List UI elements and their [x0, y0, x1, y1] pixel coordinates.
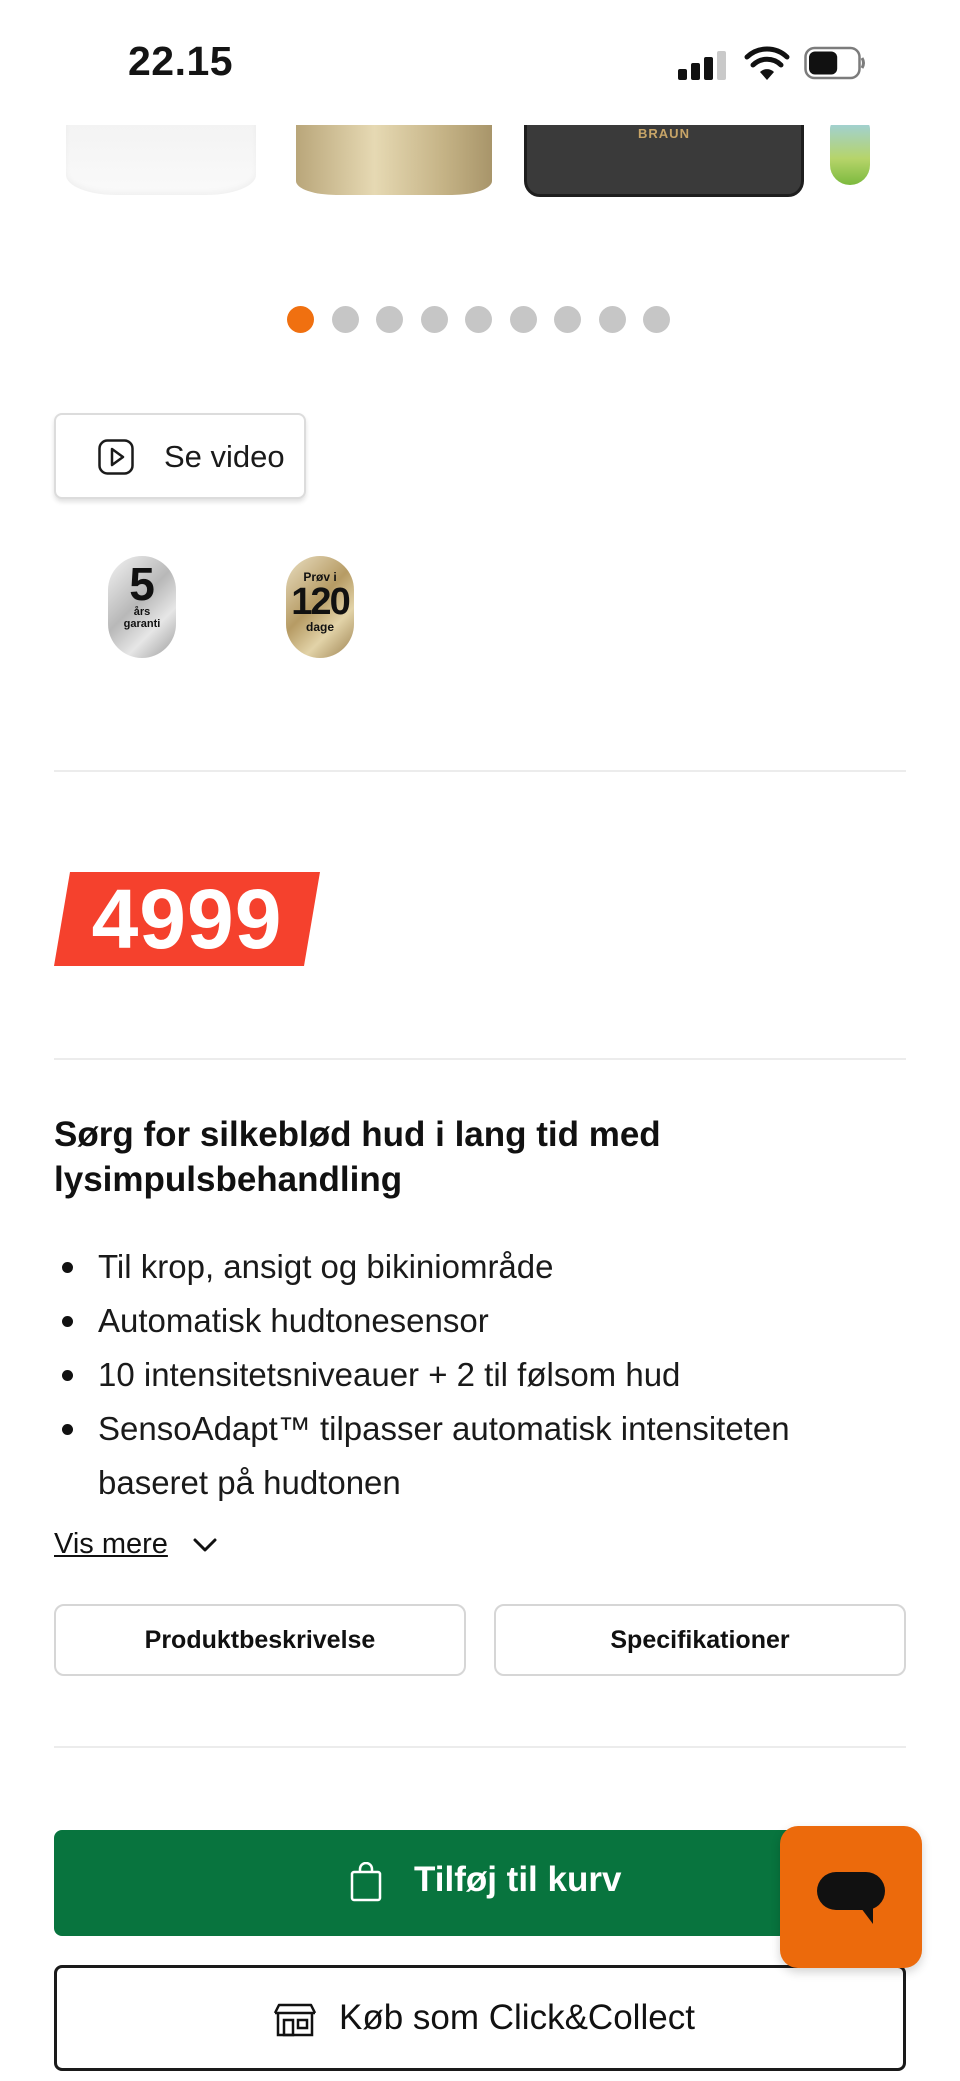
carousel-dot[interactable]: [643, 306, 670, 333]
shopping-bag-icon: [350, 1862, 382, 1902]
chat-button[interactable]: [780, 1826, 922, 1968]
carousel-image-gold-device[interactable]: [296, 125, 492, 195]
product-page: 22.15 BRAUN Se video 5 års garanti Prøv …: [0, 0, 960, 2081]
carousel-dot[interactable]: [331, 306, 359, 333]
carousel-dot[interactable]: [376, 306, 403, 333]
wifi-icon: [744, 46, 790, 80]
add-to-cart-button[interactable]: Tilføj til kurv: [54, 1830, 906, 1936]
click-collect-label: Køb som Click&Collect: [339, 1998, 695, 2037]
warranty-badge: 5 års garanti: [108, 556, 176, 658]
price-value: 4999: [91, 872, 283, 966]
carousel-dot[interactable]: [420, 306, 448, 333]
chevron-down-icon[interactable]: [192, 1535, 218, 1555]
show-more-link[interactable]: Vis mere: [54, 1528, 168, 1561]
store-icon: [273, 2003, 317, 2037]
cellular-signal-icon: [678, 50, 728, 80]
carousel-image-white-device[interactable]: [66, 125, 256, 195]
section-divider: [54, 1058, 906, 1060]
feature-item: Automatisk hudtonesensor: [54, 1294, 906, 1348]
carousel-image-storage-case[interactable]: BRAUN: [524, 125, 804, 197]
section-divider: [54, 770, 906, 772]
brand-logo: BRAUN: [638, 126, 690, 141]
carousel-dot[interactable]: [287, 306, 314, 333]
feature-list: Til krop, ansigt og bikiniområde Automat…: [54, 1240, 906, 1510]
feature-item: 10 intensitetsniveauer + 2 til følsom hu…: [54, 1348, 906, 1402]
play-icon: [98, 439, 134, 475]
warranty-years: 5: [129, 558, 155, 610]
specifications-button[interactable]: Specifikationer: [494, 1604, 906, 1676]
chat-bubble-icon: [817, 1872, 885, 1924]
carousel-dot[interactable]: [554, 306, 581, 333]
section-divider: [54, 1746, 906, 1748]
product-description-button[interactable]: Produktbeskrivelse: [54, 1604, 466, 1676]
battery-icon: [804, 46, 865, 80]
status-bar: 22.15: [0, 0, 960, 125]
video-button-label: Se video: [164, 439, 285, 474]
warranty-line1: års: [133, 606, 151, 618]
status-time: 22.15: [128, 38, 234, 84]
carousel-dot[interactable]: [465, 306, 492, 333]
carousel-dot[interactable]: [509, 306, 537, 333]
feature-item: Til krop, ansigt og bikiniområde: [54, 1240, 906, 1294]
carousel-image-green-attachment[interactable]: [830, 125, 870, 185]
click-collect-button[interactable]: Køb som Click&Collect: [54, 1965, 906, 2071]
warranty-line2: garanti: [123, 618, 161, 630]
carousel-dot[interactable]: [598, 306, 626, 333]
product-image-carousel[interactable]: BRAUN: [0, 125, 960, 225]
video-button[interactable]: Se video: [54, 413, 306, 499]
price-tag: 4999: [54, 872, 320, 966]
trial-days: 120: [291, 581, 350, 623]
add-to-cart-label: Tilføj til kurv: [414, 1860, 622, 1899]
feature-item: SensoAdapt™ tilpasser automatisk intensi…: [54, 1402, 906, 1510]
trial-badge: Prøv i 120 dage: [286, 556, 354, 658]
product-headline: Sørg for silkeblød hud i lang tid med ly…: [54, 1115, 661, 1199]
